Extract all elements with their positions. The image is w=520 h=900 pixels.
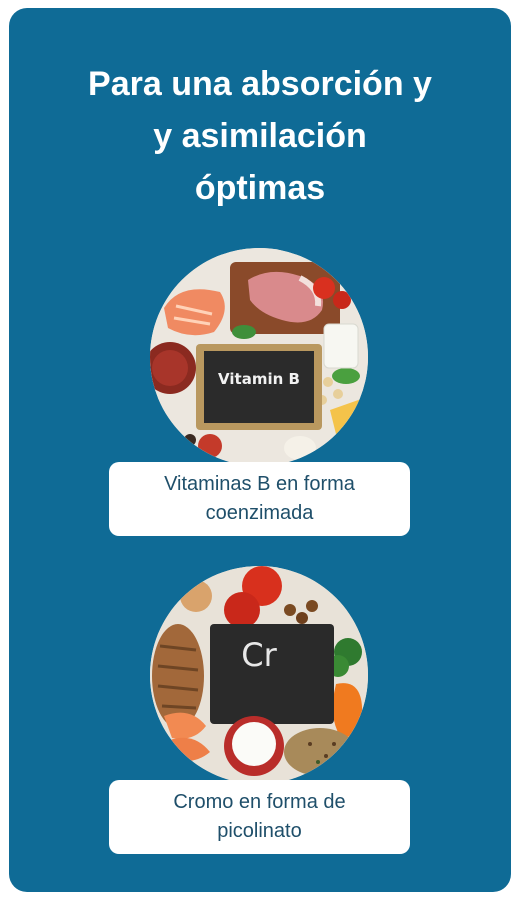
title-line-3: óptimas — [194, 169, 326, 207]
infographic-card: Para una absorción y y asimilación óptim… — [9, 8, 511, 892]
title-line-2: y asimilación — [153, 117, 367, 155]
chalkboard-text: Cr — [241, 636, 277, 674]
page-title: Para una absorción y y asimilación óptim… — [9, 58, 511, 214]
label-vitamin-b: Vitaminas B en forma coenzimada — [109, 462, 410, 536]
chalkboard-text: Vitamin B — [218, 370, 300, 388]
label-line-1: Vitaminas B en forma — [164, 473, 355, 495]
label-line-2: coenzimada — [205, 502, 314, 524]
label-chromium: Cromo en forma de picolinato — [109, 780, 410, 854]
label-line-2: picolinato — [217, 820, 302, 842]
label-line-1: Cromo en forma de — [173, 791, 346, 813]
title-line-1: Para una absorción y — [88, 65, 432, 103]
chromium-foods-image — [150, 566, 368, 784]
vitamin-b-foods-image — [150, 248, 368, 466]
